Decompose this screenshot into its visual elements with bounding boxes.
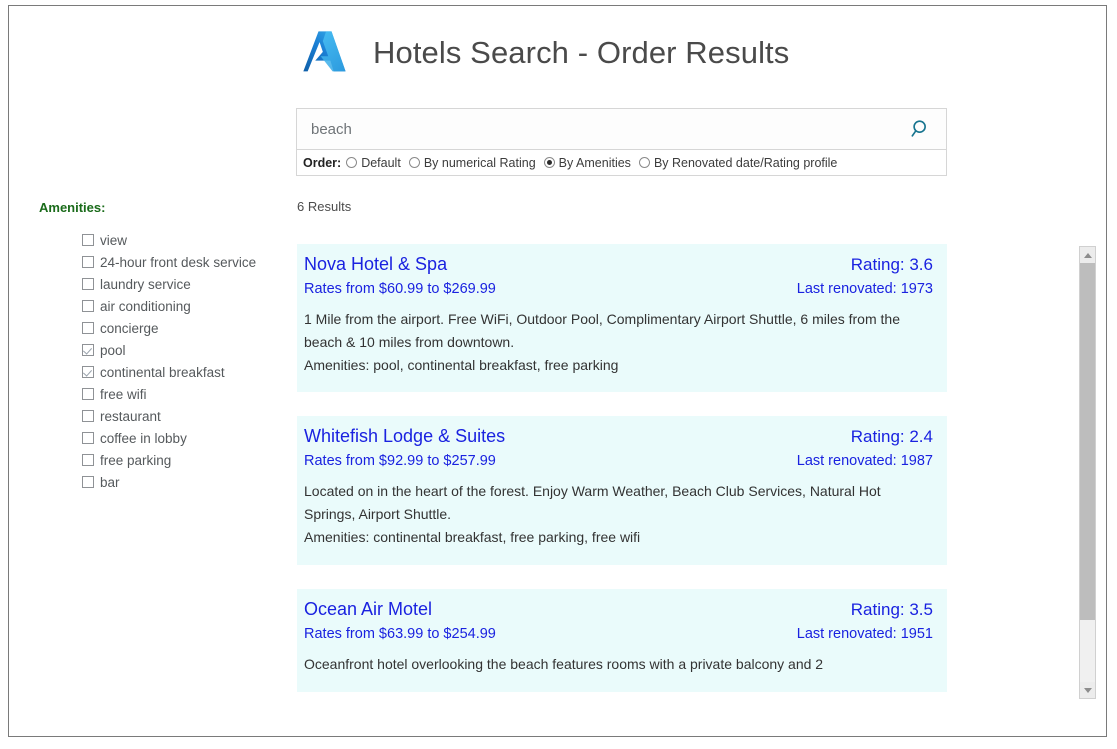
radio-circle-renovated-profile[interactable]: [638, 157, 650, 168]
result-card-rates-row: Rates from $63.99 to $254.99 Last renova…: [304, 626, 933, 642]
hotel-rating: Rating: 2.4: [850, 427, 933, 447]
amenities-title: Amenities:: [39, 200, 106, 215]
order-radio-numerical-rating[interactable]: By numerical Rating: [408, 155, 536, 170]
radio-circle-numerical-rating[interactable]: [408, 157, 420, 168]
order-options-row: Order: Default By numerical Rating By Am…: [297, 149, 946, 175]
amenity-item-view[interactable]: view: [82, 229, 279, 251]
hotel-name-link[interactable]: Nova Hotel & Spa: [304, 254, 447, 275]
hotel-description: Oceanfront hotel overlooking the beach f…: [304, 655, 824, 672]
hotel-renovated: Last renovated: 1973: [796, 281, 933, 297]
amenity-item-concierge[interactable]: concierge: [82, 317, 279, 339]
amenity-item-pool[interactable]: pool: [82, 339, 279, 361]
checkbox-continental-breakfast[interactable]: [82, 366, 94, 378]
hotel-name-link[interactable]: Whitefish Lodge & Suites: [304, 426, 505, 447]
chevron-down-icon: [1083, 687, 1092, 693]
amenity-item-coffee-in-lobby[interactable]: coffee in lobby: [82, 427, 279, 449]
amenity-item-free-parking[interactable]: free parking: [82, 449, 279, 471]
scrollbar-thumb[interactable]: [1080, 263, 1095, 620]
checkbox-concierge[interactable]: [82, 322, 94, 334]
checkbox-front-desk[interactable]: [82, 256, 94, 268]
hotel-rating: Rating: 3.5: [850, 599, 933, 619]
order-radio-amenities[interactable]: By Amenities: [543, 155, 631, 170]
amenity-label-concierge: concierge: [100, 320, 159, 336]
amenity-label-free-parking: free parking: [100, 452, 172, 468]
result-card[interactable]: Whitefish Lodge & Suites Rating: 2.4 Rat…: [297, 416, 947, 565]
order-radio-amenities-label: By Amenities: [558, 155, 631, 170]
hotel-description: 1 Mile from the airport. Free WiFi, Outd…: [304, 311, 900, 350]
order-radio-numerical-rating-label: By numerical Rating: [423, 155, 536, 170]
order-radio-renovated-profile[interactable]: By Renovated date/Rating profile: [638, 155, 838, 170]
order-radio-default[interactable]: Default: [346, 156, 401, 170]
order-label: Order:: [303, 155, 342, 170]
chevron-up-icon: [1083, 252, 1092, 258]
page-header: Hotels Search - Order Results: [299, 14, 789, 92]
result-card-rates-row: Rates from $92.99 to $257.99 Last renova…: [304, 453, 933, 469]
results-count: 6 Results: [297, 199, 352, 214]
result-card[interactable]: Nova Hotel & Spa Rating: 3.6 Rates from …: [297, 244, 947, 393]
hotel-name-link[interactable]: Ocean Air Motel: [304, 599, 432, 620]
result-card-rates-row: Rates from $60.99 to $269.99 Last renova…: [304, 281, 933, 297]
amenity-label-bar: bar: [100, 474, 120, 490]
search-icon: [911, 120, 926, 137]
radio-circle-amenities[interactable]: [543, 157, 555, 168]
amenity-label-continental-breakfast: continental breakfast: [100, 364, 225, 380]
hotel-rates: Rates from $63.99 to $254.99: [304, 625, 496, 642]
order-radio-default-label: Default: [361, 155, 401, 170]
amenity-label-air-conditioning: air conditioning: [100, 298, 191, 314]
result-card-title-row: Nova Hotel & Spa Rating: 3.6: [304, 254, 933, 275]
amenity-label-front-desk: 24-hour front desk service: [100, 254, 257, 270]
amenity-label-coffee-in-lobby: coffee in lobby: [100, 430, 187, 446]
result-card[interactable]: Ocean Air Motel Rating: 3.5 Rates from $…: [297, 588, 947, 692]
hotel-rates: Rates from $60.99 to $269.99: [304, 281, 496, 297]
checkbox-restaurant[interactable]: [82, 410, 94, 422]
checkbox-free-parking[interactable]: [82, 454, 94, 466]
checkbox-view[interactable]: [82, 234, 94, 246]
amenity-label-restaurant: restaurant: [100, 408, 161, 424]
amenity-label-pool: pool: [100, 342, 126, 358]
search-panel: Order: Default By numerical Rating By Am…: [296, 108, 947, 176]
checkbox-laundry-service[interactable]: [82, 278, 94, 290]
search-row: [297, 109, 946, 149]
hotel-amenities: Amenities: continental breakfast, free p…: [304, 529, 641, 546]
checkbox-air-conditioning[interactable]: [82, 300, 94, 312]
hotel-rating: Rating: 3.6: [850, 255, 933, 274]
hotel-description: Located on in the heart of the forest. E…: [304, 483, 881, 523]
amenity-item-continental-breakfast[interactable]: continental breakfast: [82, 361, 279, 383]
amenity-item-free-wifi[interactable]: free wifi: [82, 383, 279, 405]
amenity-label-laundry-service: laundry service: [100, 276, 191, 292]
amenity-label-view: view: [100, 232, 128, 248]
page-title: Hotels Search - Order Results: [373, 35, 790, 70]
amenity-item-restaurant[interactable]: restaurant: [82, 405, 279, 427]
hotel-renovated: Last renovated: 1987: [796, 453, 933, 470]
search-input[interactable]: [311, 120, 904, 138]
amenity-item-bar[interactable]: bar: [82, 471, 279, 493]
radio-circle-default[interactable]: [346, 157, 358, 168]
results-scrollbar[interactable]: [1079, 246, 1096, 699]
result-card-title-row: Ocean Air Motel Rating: 3.5: [304, 599, 933, 620]
checkbox-bar[interactable]: [82, 476, 94, 488]
hotel-rates: Rates from $92.99 to $257.99: [304, 453, 496, 470]
result-card-title-row: Whitefish Lodge & Suites Rating: 2.4: [304, 426, 933, 447]
hotel-renovated: Last renovated: 1951: [796, 625, 933, 642]
scrollbar-up-button[interactable]: [1080, 247, 1095, 263]
app-window: Hotels Search - Order Results Order: Def…: [8, 5, 1107, 737]
scrollbar-down-button[interactable]: [1080, 682, 1095, 698]
amenity-label-free-wifi: free wifi: [100, 386, 147, 402]
amenities-list: view 24-hour front desk service laundry …: [39, 229, 279, 493]
amenity-item-air-conditioning[interactable]: air conditioning: [82, 295, 279, 317]
order-radio-renovated-profile-label: By Renovated date/Rating profile: [653, 155, 838, 170]
results-list: Nova Hotel & Spa Rating: 3.6 Rates from …: [297, 244, 947, 699]
checkbox-pool[interactable]: [82, 344, 94, 356]
checkbox-coffee-in-lobby[interactable]: [82, 432, 94, 444]
amenities-filter-panel: Amenities: view 24-hour front desk servi…: [39, 200, 279, 493]
amenity-item-front-desk[interactable]: 24-hour front desk service: [82, 251, 279, 273]
search-button[interactable]: [904, 118, 938, 140]
amenity-item-laundry-service[interactable]: laundry service: [82, 273, 279, 295]
hotel-amenities: Amenities: pool, continental breakfast, …: [304, 356, 619, 373]
checkbox-free-wifi[interactable]: [82, 388, 94, 400]
azure-logo-icon: [303, 31, 346, 72]
